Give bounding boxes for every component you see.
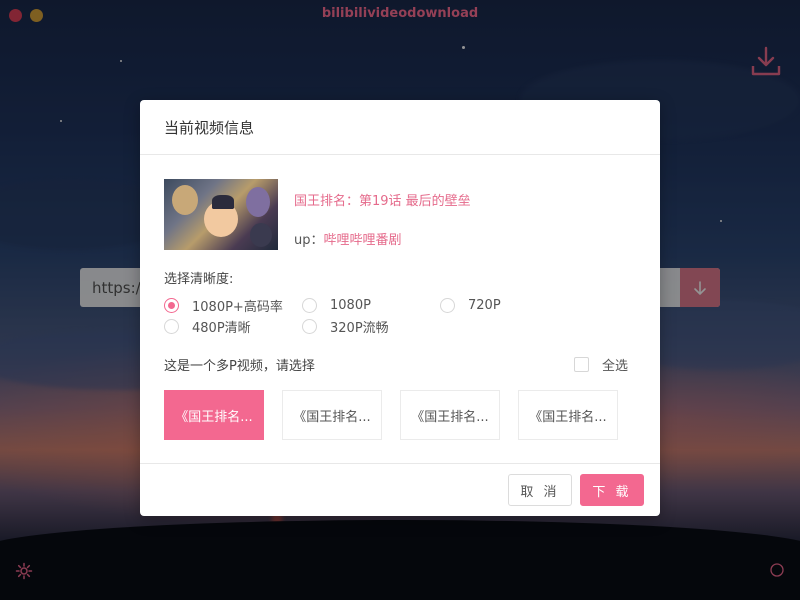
select-all-checkbox[interactable]: 全选 [573,355,628,374]
quality-option-label: 480P清晰 [192,320,251,336]
episode-list: 《国王排名... 《国王排名... 《国王排名... 《国王排名... [164,390,618,440]
quality-option-label: 320P流畅 [330,320,389,336]
radio-icon[interactable] [164,318,179,334]
video-thumbnail [164,179,278,250]
uploader-name: 哔哩哔哩番剧 [323,233,402,248]
video-info-dialog: 当前视频信息 国王排名：第19话 最后的壁垒 up： 哔哩哔哩番剧 选择清晰度:… [140,100,660,516]
video-info: 国王排名：第19话 最后的壁垒 up： 哔哩哔哩番剧 [164,179,471,250]
episode-item[interactable]: 《国王排名... [282,390,382,440]
quality-option-720p[interactable]: 720P [440,297,578,313]
quality-option-label: 1080P [330,297,371,313]
select-all-label: 全选 [601,359,628,374]
uploader-label: up： [294,233,324,248]
cancel-button[interactable]: 取 消 [508,474,572,506]
quality-options: 1080P+高码率 1080P 720P 480P清晰 320P流畅 [164,297,624,336]
quality-option-480p[interactable]: 480P清晰 [164,318,302,336]
download-button[interactable]: 下 载 [580,474,644,506]
dialog-footer: 取 消 下 载 [140,463,660,516]
episode-item[interactable]: 《国王排名... [164,390,264,440]
quality-option-label: 1080P+高码率 [192,299,283,315]
radio-icon[interactable] [440,297,455,313]
checkbox-icon[interactable] [573,357,589,372]
quality-label: 选择清晰度: [164,272,234,287]
radio-checked-icon[interactable] [164,297,179,313]
radio-icon[interactable] [302,318,317,334]
multi-part-row: 这是一个多P视频，请选择 全选 [164,355,628,374]
quality-option-320p[interactable]: 320P流畅 [302,318,440,336]
video-title: 国王排名：第19话 最后的壁垒 [294,194,471,209]
radio-icon[interactable] [302,297,317,313]
dialog-header: 当前视频信息 [140,100,660,155]
multi-part-label: 这是一个多P视频，请选择 [164,359,315,374]
quality-option-1080p[interactable]: 1080P [302,297,440,313]
quality-option-1080p-plus[interactable]: 1080P+高码率 [164,297,302,315]
episode-item[interactable]: 《国王排名... [400,390,500,440]
episode-item[interactable]: 《国王排名... [518,390,618,440]
quality-option-label: 720P [468,297,501,313]
uploader-line: up： 哔哩哔哩番剧 [294,229,471,248]
dialog-title: 当前视频信息 [164,118,255,137]
video-meta: 国王排名：第19话 最后的壁垒 up： 哔哩哔哩番剧 [294,179,471,250]
